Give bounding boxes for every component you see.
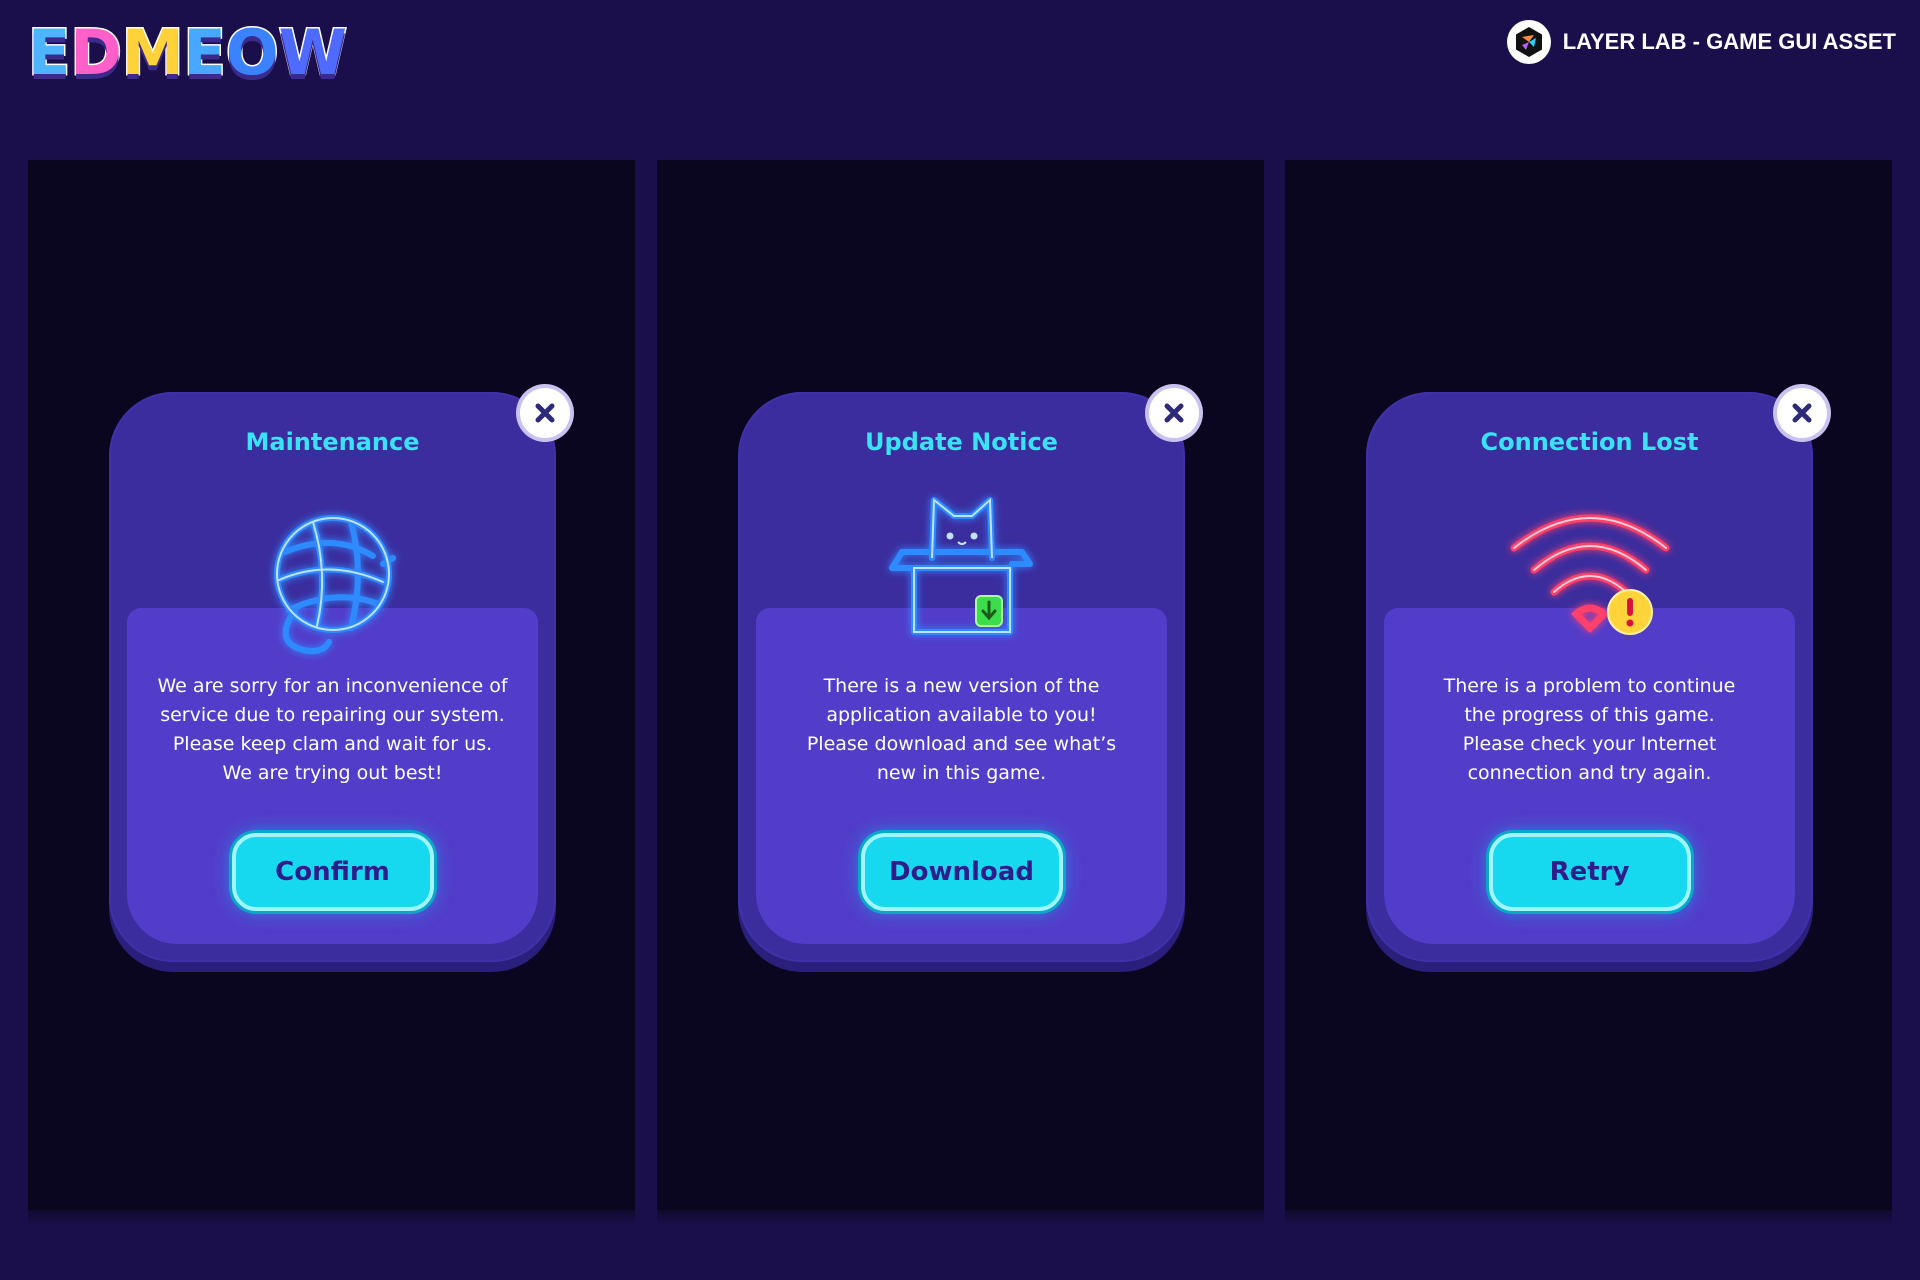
close-icon <box>535 403 555 423</box>
logo-letter: M <box>120 16 185 89</box>
popup-message: There is a problem to continue the progr… <box>1443 675 1736 784</box>
panel-connection-lost: Connection Lost There is a problem to co… <box>1285 160 1892 1226</box>
close-button[interactable] <box>1777 388 1827 438</box>
panel-maintenance: Maintenance We are sorry for an inconven… <box>28 160 635 1226</box>
close-icon <box>1792 403 1812 423</box>
close-button[interactable] <box>520 388 570 438</box>
yarn-ball-icon <box>273 515 396 654</box>
brand-label: LAYER LAB - GAME GUI ASSET <box>1506 20 1896 64</box>
popup-title: Maintenance <box>245 428 420 456</box>
cat-in-box-icon <box>888 497 1033 635</box>
logo-letter: O <box>224 16 280 89</box>
brand-text: LAYER LAB - GAME GUI ASSET <box>1562 29 1896 54</box>
download-button[interactable]: Download <box>860 833 1063 911</box>
panel-update-notice: Update Notice There is a new version of … <box>657 160 1264 1226</box>
logo-letter: D <box>69 16 124 89</box>
layer-lab-logo-icon <box>1506 20 1551 64</box>
logo-letter: E <box>26 16 71 89</box>
popup-message: There is a new version of the applicatio… <box>806 675 1117 784</box>
close-icon <box>1164 403 1184 423</box>
logo-letter: W <box>277 16 348 89</box>
edmeow-logo: E D M E O W <box>26 16 348 89</box>
popup-message: We are sorry for an inconvenience of ser… <box>157 675 508 784</box>
popup-title: Connection Lost <box>1480 428 1699 456</box>
wifi-warning-icon <box>1510 514 1669 635</box>
maintenance-popup: Maintenance We are sorry for an inconven… <box>109 388 570 962</box>
logo-letter: E <box>182 16 227 89</box>
confirm-button[interactable]: Confirm <box>231 833 434 911</box>
close-button[interactable] <box>1149 388 1199 438</box>
update-notice-popup: Update Notice There is a new version of … <box>738 388 1199 962</box>
popup-title: Update Notice <box>865 428 1058 456</box>
connection-lost-popup: Connection Lost There is a problem to co… <box>1366 388 1827 962</box>
retry-button[interactable]: Retry <box>1488 833 1691 911</box>
